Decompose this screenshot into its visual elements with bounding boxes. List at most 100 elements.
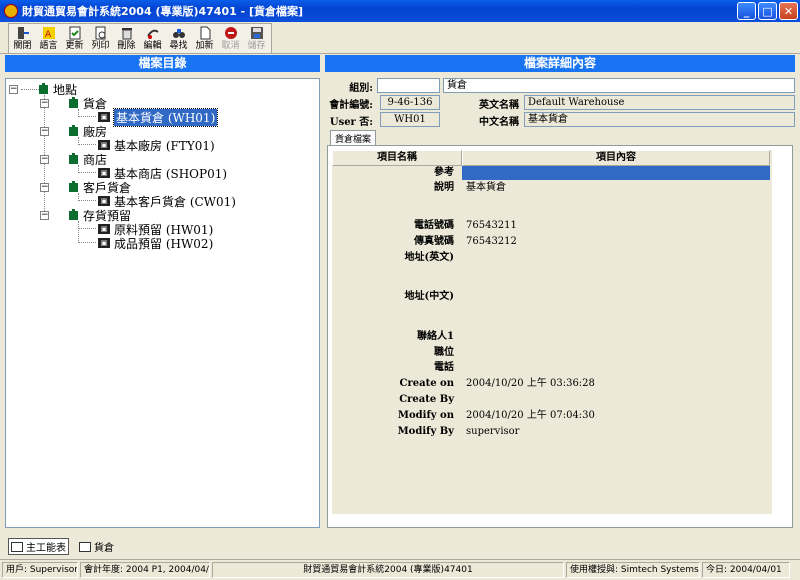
tree-collapse-toggle[interactable]: − (9, 85, 18, 94)
exit-label: 關閉 (13, 41, 32, 51)
file-directory-header: 檔案目錄 (5, 55, 320, 72)
trash-icon (120, 26, 134, 40)
folder-icon (69, 125, 78, 136)
tree-group-factory[interactable]: 廠房 (68, 124, 108, 139)
tree-guide (78, 228, 96, 229)
chinese-name-field[interactable]: 基本貨倉 (524, 112, 795, 127)
svg-text:A: A (45, 30, 52, 40)
grid-row-label: Modify on (397, 410, 454, 421)
save-label: 儲存 (247, 41, 266, 51)
tree-guide (78, 200, 96, 201)
tree-collapse-toggle[interactable]: − (40, 211, 49, 220)
tree-group-shop[interactable]: 商店 (68, 152, 107, 167)
delete-label: 刪除 (117, 41, 136, 51)
delete-button[interactable]: 刪除 (114, 25, 139, 52)
grid-row-label: Create on (399, 378, 454, 389)
update-button[interactable]: 更新 (62, 25, 87, 52)
tree-group-label: 廠房 (83, 124, 108, 139)
window-tabs: 主工能表 貨倉 (0, 537, 800, 556)
app-window: 財貿通貿易會計系統2004 (專業版)47401 - [貨倉檔案] _ □ ✕ … (0, 0, 800, 580)
app-icon (4, 4, 18, 18)
language-label: 語言 (39, 41, 58, 51)
tab-warehouse-label: 貨倉 (94, 543, 114, 554)
folder-icon (69, 153, 78, 164)
edit-label: 編輯 (143, 41, 162, 51)
user-flag-field[interactable]: WH01 (380, 112, 440, 127)
tree-guide (78, 221, 79, 243)
grid-header-item-name: 項目名稱 (332, 150, 462, 166)
detail-grid-frame: 項目名稱 項目內容 參考 說明 基本貨倉 電話號碼 76543211 傳真號碼 … (327, 145, 793, 528)
english-name-field[interactable]: Default Warehouse (524, 95, 795, 110)
window-icon (79, 541, 91, 552)
tree-collapse-toggle[interactable]: − (40, 127, 49, 136)
exit-icon (16, 26, 30, 40)
record-icon: ▣ (98, 196, 110, 206)
cancel-button[interactable]: 取消 (218, 25, 243, 52)
details-panel: 組別: 貨倉 會計編號: 9-46-136 英文名稱 Default Wareh… (325, 75, 795, 528)
tree-guide (78, 172, 96, 173)
tree-item-hw02[interactable]: ▣ 成品預留 (HW02) (98, 236, 214, 251)
grid-row-value[interactable]: 基本貨倉 (466, 181, 506, 195)
print-button[interactable]: 列印 (88, 25, 113, 52)
folder-icon (69, 209, 78, 220)
minimize-button[interactable]: _ (737, 2, 756, 20)
status-today: 今日: 2004/04/01 (702, 562, 790, 578)
grid-header-item-content: 項目內容 (462, 150, 770, 166)
record-icon: ▣ (98, 140, 110, 150)
maximize-button[interactable]: □ (758, 2, 777, 20)
tree-collapse-toggle[interactable]: − (40, 99, 49, 108)
tree-group-label: 貨倉 (83, 96, 108, 111)
grid-row-label: 電話 (434, 362, 454, 373)
grid-row-label: 地址(英文) (404, 252, 454, 263)
grid-row-value[interactable]: 76543211 (466, 219, 517, 233)
user-flag-label: User 否: (329, 117, 373, 128)
language-button[interactable]: A 語言 (36, 25, 61, 52)
find-button[interactable]: 尋找 (166, 25, 191, 52)
grid-row-value[interactable]: 2004/10/20 上午 07:04:30 (466, 409, 595, 423)
tree-collapse-toggle[interactable]: − (40, 183, 49, 192)
tab-main-menu[interactable]: 主工能表 (8, 538, 69, 555)
location-icon (39, 83, 48, 94)
detail-grid: 項目名稱 項目內容 參考 說明 基本貨倉 電話號碼 76543211 傳真號碼 … (332, 150, 772, 514)
status-bar: 用戶: Supervisor 會計年度: 2004 P1, 2004/04/01… (0, 559, 800, 580)
edit-icon (146, 26, 160, 40)
print-label: 列印 (91, 41, 110, 51)
language-icon: A (42, 26, 56, 40)
grid-row-value[interactable]: 76543212 (466, 235, 517, 249)
grid-row-label: 參考 (434, 167, 454, 178)
tree-guide (78, 242, 96, 243)
tab-warehouse-file[interactable]: 貨倉檔案 (330, 130, 377, 146)
tab-warehouse[interactable]: 貨倉 (79, 539, 114, 554)
tree-item-label: 成品預留 (HW02) (114, 236, 214, 251)
new-label: 加新 (195, 41, 214, 51)
tree-group-warehouse[interactable]: 貨倉 (68, 96, 108, 111)
save-button[interactable]: 儲存 (244, 25, 269, 52)
grid-row-value[interactable]: supervisor (466, 425, 519, 439)
grid-row-value[interactable]: 2004/10/20 上午 03:36:28 (466, 377, 595, 391)
tree-collapse-toggle[interactable]: − (40, 155, 49, 164)
english-name-label: 英文名稱 (479, 100, 519, 111)
group-label: 組別: (349, 83, 373, 94)
account-code-field[interactable]: 9-46-136 (380, 95, 440, 110)
tree-item-wh01[interactable]: ▣ 基本貨倉 (WH01) (98, 107, 219, 127)
detail-tabs: 貨倉檔案 (330, 130, 377, 146)
exit-button[interactable]: 關閉 (10, 25, 35, 52)
selected-row-highlight[interactable] (462, 166, 770, 180)
new-document-icon (198, 26, 212, 40)
cancel-label: 取消 (221, 41, 240, 51)
tree-item-fty01[interactable]: ▣ 基本廠房 (FTY01) (98, 138, 215, 153)
grid-row-label: 職位 (434, 347, 454, 358)
file-details-header: 檔案詳細內容 (325, 55, 795, 72)
find-label: 尋找 (169, 41, 188, 51)
tree-root-label: 地點 (53, 82, 78, 97)
close-button[interactable]: ✕ (779, 2, 798, 20)
tree-guide (78, 144, 96, 145)
record-icon: ▣ (98, 112, 110, 122)
group-code-field[interactable] (377, 78, 440, 93)
save-icon (250, 26, 264, 40)
edit-button[interactable]: 編輯 (140, 25, 165, 52)
tree-root[interactable]: 地點 (38, 82, 78, 97)
new-button[interactable]: 加新 (192, 25, 217, 52)
update-label: 更新 (65, 41, 84, 51)
group-name-field[interactable]: 貨倉 (443, 78, 795, 93)
